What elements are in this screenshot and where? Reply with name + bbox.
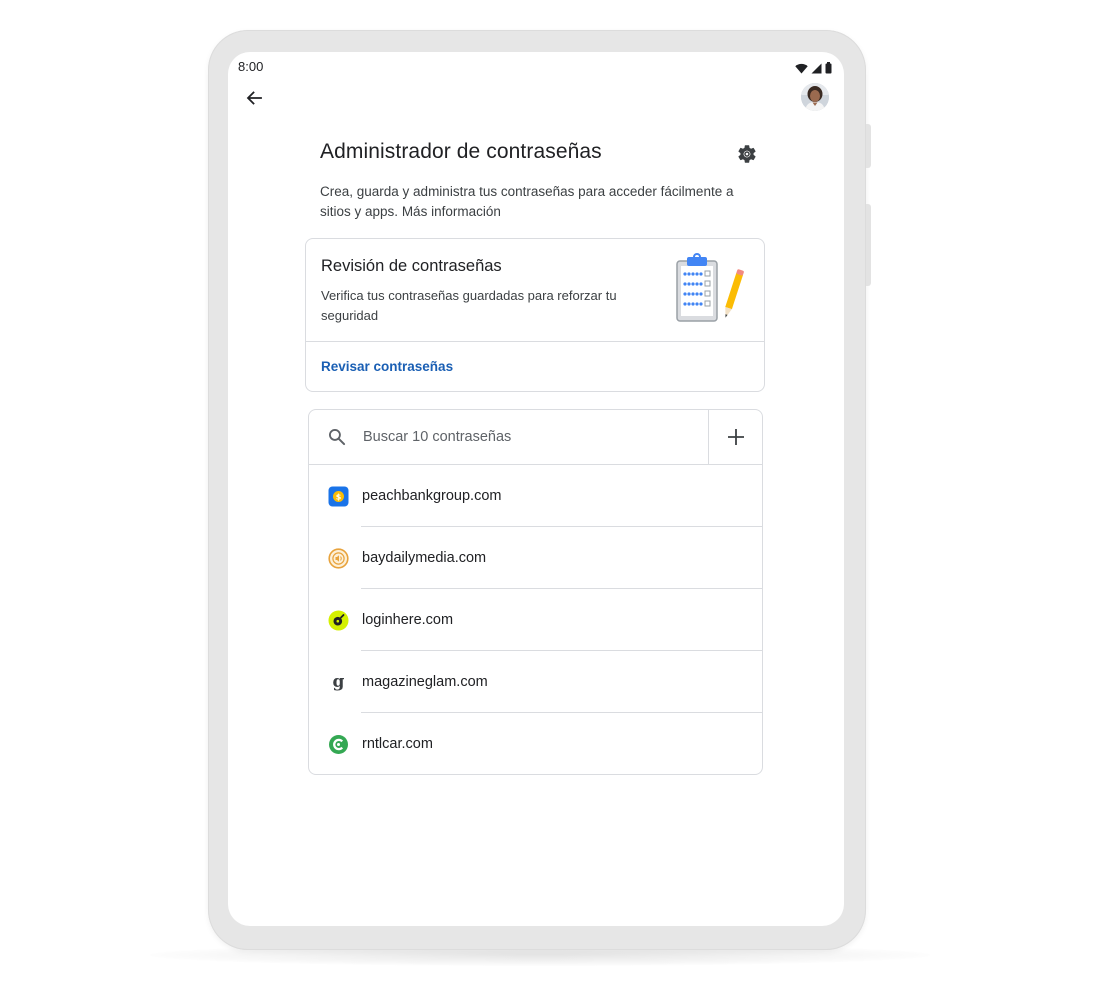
svg-text:g: g [333,672,345,692]
status-time: 8:00 [238,59,264,74]
clipboard-checklist-icon [674,253,744,325]
password-item[interactable]: baydailymedia.com [309,527,762,589]
site-name: baydailymedia.com [362,550,487,566]
more-info-link[interactable]: Más información [402,204,501,219]
page-description: Crea, guarda y administra tus contraseña… [320,182,760,222]
avatar-photo-icon [801,83,829,111]
password-item[interactable]: $ peachbankgroup.com [309,465,762,527]
site-name: loginhere.com [362,612,454,628]
power-button [866,124,871,168]
password-item[interactable]: g magazineglam.com [309,651,762,713]
back-button[interactable] [242,86,266,110]
search-icon [329,429,346,446]
check-passwords-link[interactable]: Revisar contraseñas [321,359,453,374]
arrow-back-icon [246,91,262,105]
battery-icon [825,61,832,79]
search-bar [309,410,762,465]
checkup-description: Verifica tus contraseñas guardadas para … [321,288,617,323]
magazineglam-icon: g [328,672,349,693]
loginhere-icon [328,610,349,631]
add-password-button[interactable] [708,410,762,464]
user-avatar[interactable] [801,83,829,111]
search-input[interactable] [363,422,693,452]
site-name: rntlcar.com [362,736,433,752]
status-icons [795,61,832,79]
settings-button[interactable] [734,141,760,167]
tablet-screen: 8:00 Administrador de contraseñas Crea, … [228,52,844,926]
site-name: magazineglam.com [362,674,488,690]
wifi-icon [795,61,808,79]
peachbank-icon: $ [328,486,349,507]
plus-icon [727,429,744,445]
checkup-title: Revisión de contraseñas [321,257,502,275]
password-list-card: $ peachbankgroup.com baydailymedia.com [308,409,763,775]
site-name: peachbankgroup.com [362,488,502,504]
baydailymedia-icon [328,548,349,569]
description-text: Crea, guarda y administra tus contraseña… [320,184,734,219]
password-item[interactable]: rntlcar.com [309,713,762,774]
password-item[interactable]: loginhere.com [309,589,762,651]
gear-icon [738,145,756,163]
signal-icon [811,61,822,79]
rntlcar-icon [328,734,349,755]
password-checkup-card: Revisión de contraseñas Verifica tus con… [305,238,765,392]
volume-button [866,204,871,286]
page-title: Administrador de contraseñas [320,140,602,163]
device-stage: 8:00 Administrador de contraseñas Crea, … [0,0,1103,990]
checkup-divider [306,341,764,342]
svg-text:$: $ [336,492,342,501]
